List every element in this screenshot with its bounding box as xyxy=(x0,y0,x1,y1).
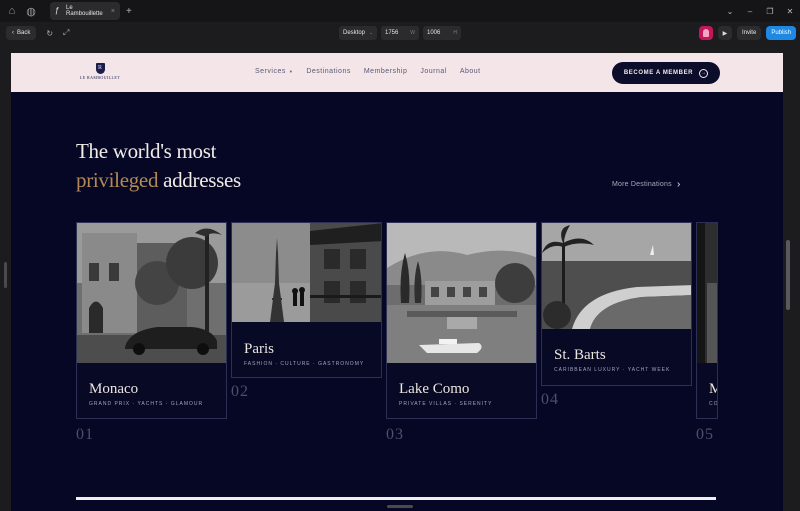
lake-como-image xyxy=(387,223,536,363)
nav-services-label: Services xyxy=(255,68,286,75)
left-resize-handle[interactable] xyxy=(4,262,7,288)
title-bar: ⌂ ◍ ƒ Le Rambouillette × + ⌄ – ❐ ✕ xyxy=(0,0,800,22)
become-member-label: BECOME A MEMBER xyxy=(623,70,694,76)
website-preview: R LE RAMBOUILLET Services ▼ Destinations… xyxy=(11,53,783,511)
back-label: Back xyxy=(17,30,31,36)
home-icon[interactable]: ⌂ xyxy=(5,4,19,18)
framer-logo-icon: ƒ xyxy=(55,6,60,15)
carousel-progress-bar xyxy=(76,497,716,500)
headline-gold: privileged xyxy=(76,168,159,192)
refresh-icon[interactable]: ↻ xyxy=(46,29,53,38)
card-number: 01 xyxy=(76,426,94,443)
nav-links: Services ▼ Destinations Membership Journ… xyxy=(255,68,481,75)
device-select[interactable]: Desktop ⌄ xyxy=(339,26,377,40)
section-headline: The world's most privileged addresses xyxy=(76,137,241,195)
chevron-left-icon: ‹ xyxy=(12,30,14,36)
window-controls: ⌄ – ❐ ✕ xyxy=(720,0,800,22)
logo-text: LE RAMBOUILLET xyxy=(79,75,121,80)
headline-line2: privileged addresses xyxy=(76,166,241,195)
tab-close-icon[interactable]: × xyxy=(111,8,115,15)
width-value: 1756 xyxy=(385,30,399,36)
new-tab-icon[interactable]: + xyxy=(126,6,132,17)
card-city: Monaco xyxy=(89,381,139,397)
destination-card-st-barts[interactable]: St. Barts CARIBBEAN LUXURY · YACHT WEEK xyxy=(541,222,692,386)
destination-card-lake-como[interactable]: Lake Como PRIVATE VILLAS · SERENITY xyxy=(386,222,537,419)
editor-toolbar: ‹ Back ↻ ⤢ Desktop ⌄ 1756 W 1006 H ▶ Inv… xyxy=(0,22,800,44)
monaco-image xyxy=(77,223,226,363)
nav-about[interactable]: About xyxy=(460,68,481,75)
arrow-right-circle-icon: → xyxy=(699,68,709,78)
height-unit: H xyxy=(453,30,457,36)
card-city: Lake Como xyxy=(399,381,470,397)
destination-card-paris[interactable]: Paris FASHION · CULTURE · GASTRONOMY xyxy=(231,222,382,378)
st-barts-image xyxy=(542,223,691,329)
nav-destinations[interactable]: Destinations xyxy=(306,68,351,75)
caret-down-icon: ▼ xyxy=(288,69,294,74)
card-city: St. Barts xyxy=(554,347,606,363)
height-value: 1006 xyxy=(427,30,441,36)
card-city: M xyxy=(709,381,717,398)
viewport-controls: Desktop ⌄ 1756 W 1006 H xyxy=(339,26,461,40)
chevron-down-icon[interactable]: ⌄ xyxy=(720,7,740,16)
user-avatar[interactable] xyxy=(698,26,713,40)
paris-image xyxy=(232,223,381,322)
expand-icon[interactable]: ⤢ xyxy=(63,28,69,38)
globe-icon[interactable]: ◍ xyxy=(24,4,38,18)
tab-title: Le Rambouillette xyxy=(65,5,103,17)
card-tags: PRIVATE VILLAS · SERENITY xyxy=(399,401,493,407)
canvas-scrollbar[interactable] xyxy=(786,240,790,310)
toolbar-right: ▶ Invite Publish xyxy=(698,26,796,40)
headline-rest: addresses xyxy=(158,168,241,192)
restore-icon[interactable]: ❐ xyxy=(760,7,780,16)
card-number: 03 xyxy=(386,426,404,443)
width-field[interactable]: 1756 W xyxy=(381,26,419,40)
preview-play-button[interactable]: ▶ xyxy=(717,26,732,40)
card-number: 05 xyxy=(696,426,714,443)
site-logo[interactable]: R LE RAMBOUILLET xyxy=(79,63,121,83)
close-icon[interactable]: ✕ xyxy=(780,7,800,16)
card-tags: GRAND PRIX · YACHTS · GLAMOUR xyxy=(89,401,204,407)
more-destinations-label: More Destinations xyxy=(612,181,672,188)
back-button[interactable]: ‹ Back xyxy=(6,26,37,40)
card-number: 04 xyxy=(541,391,559,408)
card-tags: FASHION · CULTURE · GASTRONOMY xyxy=(244,361,365,367)
width-unit: W xyxy=(410,30,415,36)
invite-button[interactable]: Invite xyxy=(736,26,762,40)
card-tags: CARIBBEAN LUXURY · YACHT WEEK xyxy=(554,367,671,373)
chevron-down-icon: ⌄ xyxy=(369,30,374,36)
height-field[interactable]: 1006 H xyxy=(423,26,461,40)
double-chevron-right-icon: ›› xyxy=(676,179,680,190)
card-city: Paris xyxy=(244,341,274,357)
device-label: Desktop xyxy=(343,30,366,36)
destination-card-5[interactable]: M CO xyxy=(696,222,718,419)
browser-tab[interactable]: ƒ Le Rambouillette × xyxy=(50,2,120,20)
bottom-resize-handle[interactable] xyxy=(387,505,413,508)
destination-card-monaco[interactable]: Monaco GRAND PRIX · YACHTS · GLAMOUR xyxy=(76,222,227,419)
minimize-icon[interactable]: – xyxy=(740,7,760,16)
app-window: ⌂ ◍ ƒ Le Rambouillette × + ⌄ – ❐ ✕ ‹ Bac… xyxy=(0,0,800,511)
headline-line1: The world's most xyxy=(76,139,217,163)
card-5-image xyxy=(697,223,717,363)
nav-membership[interactable]: Membership xyxy=(364,68,408,75)
site-navbar: R LE RAMBOUILLET Services ▼ Destinations… xyxy=(11,53,783,92)
nav-services[interactable]: Services ▼ xyxy=(255,68,293,75)
card-number: 02 xyxy=(231,383,249,400)
nav-journal[interactable]: Journal xyxy=(420,68,446,75)
publish-button[interactable]: Publish xyxy=(766,26,796,40)
card-tags: CO xyxy=(709,401,718,407)
become-member-button[interactable]: BECOME A MEMBER → xyxy=(612,62,720,84)
crest-icon: R xyxy=(95,63,105,74)
more-destinations-link[interactable]: More Destinations ›› xyxy=(612,179,680,190)
